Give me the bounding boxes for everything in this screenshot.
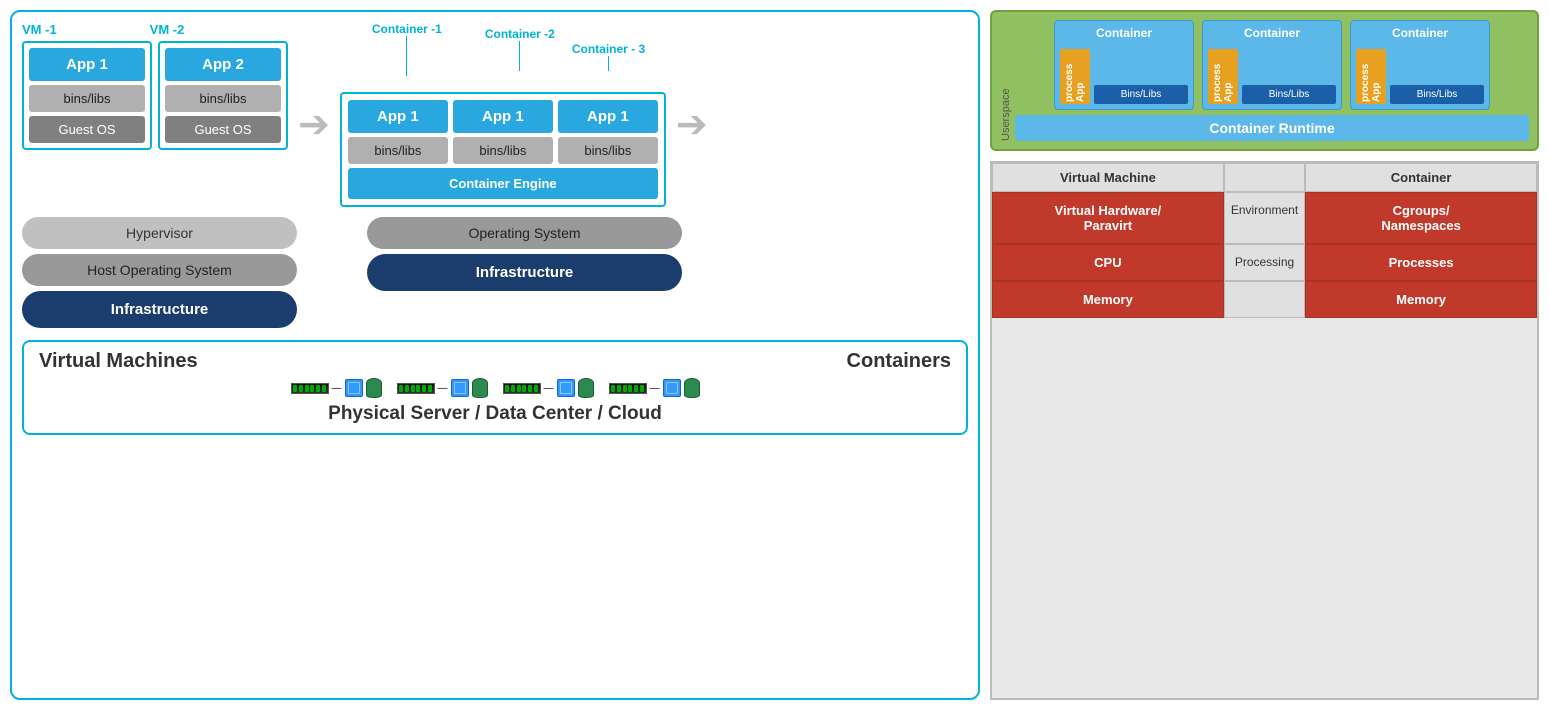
containers-title: Containers: [847, 350, 951, 373]
server-icons: ― ―: [291, 378, 700, 398]
rt-container2-label: Container: [1244, 26, 1300, 40]
vm2-bins: bins/libs: [165, 85, 281, 112]
comp-row1-left: Virtual Hardware/ Paravirt: [992, 192, 1224, 244]
rt-container-1: Container App process Bins/Libs: [1054, 20, 1194, 110]
container1-bins: bins/libs: [348, 137, 448, 164]
server-group-3: ―: [503, 378, 594, 398]
comp-row1-mid: Environment: [1224, 192, 1305, 244]
bottom-footer: Physical Server / Data Center / Cloud: [328, 403, 662, 425]
comp-row1-right: Cgroups/ Namespaces: [1305, 192, 1537, 244]
rt-app-process-2: App process: [1208, 49, 1238, 104]
infra-bar-1: Infrastructure: [22, 291, 297, 328]
comp-row2-right: Processes: [1305, 244, 1537, 281]
infra-bar-2: Infrastructure: [367, 254, 682, 291]
rt-container-3: Container App process Bins/Libs: [1350, 20, 1490, 110]
container3-label: Container - 3: [572, 42, 645, 56]
server-group-4: ―: [609, 378, 700, 398]
os-bar: Operating System: [367, 217, 682, 249]
vm2-app: App 2: [165, 48, 281, 81]
vm2-guestos: Guest OS: [165, 116, 281, 143]
container2-label: Container -2: [485, 27, 555, 41]
container1: App 1 bins/libs: [348, 100, 448, 164]
vm2-label: VM -2: [150, 22, 185, 37]
comp-header-container: Container: [1305, 163, 1537, 192]
userspace-label: Userspace: [1000, 20, 1012, 141]
rt-app-process-1: App process: [1060, 49, 1090, 104]
hypervisor-bar: Hypervisor: [22, 217, 297, 249]
rt-container1-label: Container: [1096, 26, 1152, 40]
arrow1: ➔: [298, 102, 330, 147]
container3-app: App 1: [558, 100, 658, 133]
container2-bins: bins/libs: [453, 137, 553, 164]
comp-row2-left: CPU: [992, 244, 1224, 281]
comp-header-vm: Virtual Machine: [992, 163, 1224, 192]
rt-bins-libs-1: Bins/Libs: [1094, 85, 1188, 104]
container-engine-bar: Container Engine: [348, 168, 658, 199]
right-panel: Userspace Container App process Bins/Lib…: [990, 10, 1539, 700]
main-container: VM -1 VM -2 App 1 bins/libs Guest OS App…: [0, 0, 1549, 710]
host-os-bar: Host Operating System: [22, 254, 297, 286]
rt-bins-libs-3: Bins/Libs: [1390, 85, 1484, 104]
comp-row3-right: Memory: [1305, 281, 1537, 318]
arrow2: ➔: [676, 102, 708, 147]
container1-app: App 1: [348, 100, 448, 133]
server-group-1: ―: [291, 378, 382, 398]
vm-title: Virtual Machines: [39, 350, 198, 373]
container-runtime-label: Container Runtime: [1015, 115, 1529, 141]
runtime-diagram: Userspace Container App process Bins/Lib…: [990, 10, 1539, 151]
bottom-section: Virtual Machines Containers ―: [22, 340, 968, 435]
rt-app-process-3: App process: [1356, 49, 1386, 104]
vm1-bins: bins/libs: [29, 85, 145, 112]
vm2-box: App 2 bins/libs Guest OS: [158, 41, 288, 150]
container2: App 1 bins/libs: [453, 100, 553, 164]
left-panel: VM -1 VM -2 App 1 bins/libs Guest OS App…: [10, 10, 980, 700]
container3-bins: bins/libs: [558, 137, 658, 164]
rt-bins-libs-2: Bins/Libs: [1242, 85, 1336, 104]
comp-row2-mid: Processing: [1224, 244, 1305, 281]
vm1-guestos: Guest OS: [29, 116, 145, 143]
rt-container-2: Container App process Bins/Libs: [1202, 20, 1342, 110]
comp-header-spacer: [1224, 163, 1305, 192]
rt-container3-label: Container: [1392, 26, 1448, 40]
container3: App 1 bins/libs: [558, 100, 658, 164]
vm1-app: App 1: [29, 48, 145, 81]
comp-row3-mid: [1224, 281, 1305, 318]
vm1-label: VM -1: [22, 22, 57, 37]
comp-row3-left: Memory: [992, 281, 1224, 318]
container1-label: Container -1: [372, 22, 442, 36]
vm1-box: App 1 bins/libs Guest OS: [22, 41, 152, 150]
server-group-2: ―: [397, 378, 488, 398]
container2-app: App 1: [453, 100, 553, 133]
comparison-table: Virtual Machine Container Virtual Hardwa…: [990, 161, 1539, 700]
